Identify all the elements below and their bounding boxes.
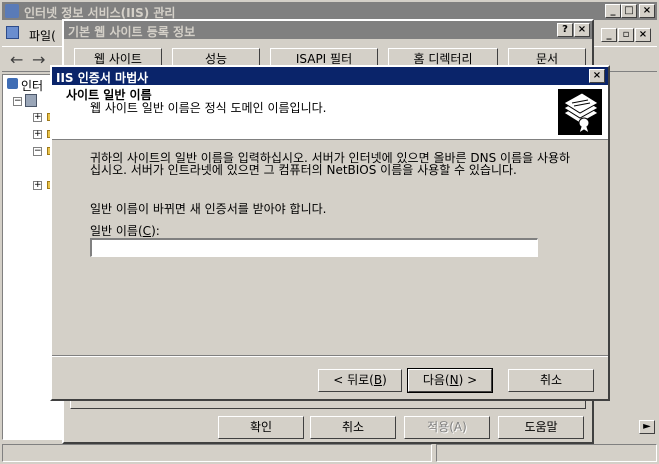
wizard-cancel-button[interactable]: 취소 [508, 369, 594, 392]
close-button[interactable]: × [639, 4, 655, 18]
scroll-right-button[interactable]: ► [639, 420, 655, 434]
apply-button[interactable]: 적용(A) [404, 416, 490, 439]
minimize-button[interactable]: _ [605, 4, 621, 18]
certificate-wizard: IIS 인증서 마법사 × 사이트 일반 이름 웹 사이트 일반 이름은 정식 … [50, 65, 610, 401]
wizard-close-button[interactable]: × [589, 69, 605, 83]
wizard-title-bar[interactable]: IIS 인증서 마법사 × [52, 67, 608, 85]
next-button[interactable]: 다음(N) > [407, 368, 493, 393]
tree-expand-icon[interactable]: + [33, 113, 42, 122]
tree-expand-icon[interactable]: + [33, 130, 42, 139]
cancel-button[interactable]: 취소 [310, 416, 396, 439]
back-arrow-icon[interactable]: ← [10, 50, 23, 69]
common-name-input[interactable] [90, 238, 538, 257]
ok-button[interactable]: 확인 [218, 416, 304, 439]
child-restore-button[interactable]: ▫ [618, 28, 634, 42]
iis-root-icon [7, 78, 18, 89]
status-bar [2, 442, 657, 462]
wizard-paragraph-1: 귀하의 사이트의 일반 이름을 입력하십시오. 서버가 인터넷에 있으면 올바른… [90, 151, 571, 177]
maximize-button[interactable]: □ [621, 4, 637, 18]
forward-arrow-icon[interactable]: → [32, 50, 45, 69]
wizard-separator [52, 355, 608, 357]
wizard-header-subtitle: 웹 사이트 일반 이름은 정식 도메인 이름입니다. [90, 101, 327, 115]
main-title-bar[interactable]: 인터넷 정보 서비스(IIS) 관리 _ □ × [2, 2, 657, 20]
certificate-stack-icon [558, 89, 602, 135]
tree-root-label[interactable]: 인터 [21, 77, 43, 94]
status-panel [2, 444, 432, 462]
menu-file[interactable]: 파일( [29, 27, 56, 44]
tree-collapse-icon[interactable]: − [33, 147, 42, 156]
child-close-button[interactable]: × [635, 28, 651, 42]
tree-collapse-icon[interactable]: − [13, 97, 22, 106]
properties-title: 기본 웹 사이트 등록 정보 [68, 25, 196, 39]
wizard-paragraph-2: 일반 이름이 바뀌면 새 인증서를 받아야 합니다. [90, 202, 327, 216]
back-button[interactable]: < 뒤로(B) [318, 369, 402, 392]
iis-app-icon [5, 4, 19, 18]
mmc-icon [6, 26, 19, 39]
status-panel [436, 444, 657, 462]
server-icon [25, 94, 37, 107]
properties-title-bar[interactable]: 기본 웹 사이트 등록 정보 ? × [64, 21, 592, 39]
child-minimize-button[interactable]: _ [601, 28, 617, 42]
help-button[interactable]: 도움말 [498, 416, 584, 439]
wizard-header: 사이트 일반 이름 웹 사이트 일반 이름은 정식 도메인 이름입니다. [52, 85, 608, 140]
help-title-button[interactable]: ? [557, 23, 573, 37]
close-title-button[interactable]: × [574, 23, 590, 37]
tree-expand-icon[interactable]: + [33, 181, 42, 190]
common-name-label: 일반 이름(C): [90, 224, 160, 238]
wizard-title: IIS 인증서 마법사 [56, 71, 149, 85]
